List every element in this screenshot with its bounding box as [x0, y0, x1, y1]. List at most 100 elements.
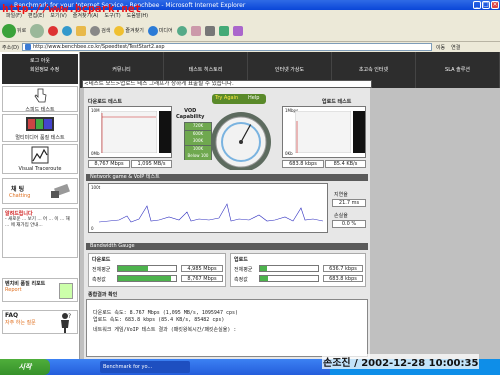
- hand-pointer-icon: [34, 88, 47, 103]
- upload-level-bar: [353, 111, 365, 153]
- network-graph: 100t 0: [88, 183, 328, 233]
- announce-title: 알려드립니다: [5, 211, 33, 217]
- mail-icon[interactable]: [190, 25, 201, 36]
- download-axis-bottom: 0Mb: [91, 151, 100, 156]
- logout-link[interactable]: 로그 아웃: [30, 57, 50, 64]
- address-bar: 주소(D) http://www.benchbee.co.kr/Speedtes…: [0, 42, 500, 52]
- network-test-header: Network game & VoIP 테스트: [86, 174, 368, 181]
- ul-measured-label: 측정값: [234, 277, 248, 283]
- home-icon[interactable]: [76, 25, 87, 36]
- svg-text:?: ?: [68, 313, 71, 320]
- dl-measured-bar: [117, 275, 177, 282]
- latency-value: 21.7 ms: [332, 199, 366, 207]
- sidebar-announcements: 알려드립니다 - 새로운 ... 보기 ... 어 ... 이 ... 해 ..…: [2, 208, 78, 258]
- announce-body[interactable]: - 새로운 ... 보기 ... 어 ... 이 ... 해 ... 에 재가입…: [5, 217, 75, 229]
- upload-bandwidth-title: 업로드: [234, 257, 248, 263]
- loss-label: 손실율: [334, 213, 348, 219]
- dl-avg-value: 4,985 Mbps: [181, 265, 223, 272]
- summary-line-network: 네트워크 게임/VoIP 테스트 결과 (패킷왕복시간/패킷손실율) :: [93, 327, 237, 333]
- help-button[interactable]: Help: [248, 95, 259, 101]
- history-icon[interactable]: [176, 25, 187, 36]
- page-content: 로그 아웃 회원정보 수정 스피드 테스트 멀티미디어 품질 테스트 Visua…: [0, 52, 500, 359]
- media-label: 미디어: [158, 28, 173, 34]
- download-level-bar: [159, 111, 171, 153]
- maximize-button[interactable]: □: [482, 1, 490, 9]
- upload-graph: 1Mbps 0Kb: [282, 106, 366, 158]
- address-label: 주소(D): [2, 44, 19, 51]
- edit-icon[interactable]: [218, 25, 229, 36]
- ul-avg-bar: [259, 265, 319, 272]
- multimedia-icon: [26, 117, 54, 131]
- favorites-label: 즐겨찾기: [125, 28, 144, 34]
- download-graph: 10M 0Mb: [88, 106, 172, 158]
- refresh-icon[interactable]: [62, 25, 73, 36]
- test-mode-notice: <테스트 모드>업로드 테스 그래프가 상하게 표출될 수 있습니다.: [82, 80, 372, 88]
- messenger-icon[interactable]: [232, 25, 243, 36]
- star-icon: [114, 25, 125, 36]
- gauge-button-bar: Try Again Help: [212, 94, 266, 104]
- search-icon: [90, 25, 101, 36]
- report-document-icon: [59, 283, 73, 299]
- upload-bandwidth-box: 업로드 전체평균 636.7 kbps 측정값 683.8 kbps: [230, 253, 366, 287]
- media-icon: [147, 25, 158, 36]
- download-bandwidth-box: 다운로드 전체평균 4,985 Mbps 측정값 8,767 Mbps: [88, 253, 226, 287]
- favorites-button[interactable]: 즐겨찾기: [114, 25, 144, 36]
- download-bandwidth-title: 다운로드: [92, 257, 111, 263]
- search-label: 검색: [101, 28, 111, 34]
- dl-measured-label: 측정값: [92, 277, 106, 283]
- summary-title: 종합결과 확인: [88, 292, 118, 298]
- latency-label: 지연율: [334, 192, 348, 198]
- back-button[interactable]: 뒤로: [2, 23, 26, 38]
- watermark-url: http://www.bcpark.net: [2, 2, 142, 15]
- try-again-button[interactable]: Try Again: [215, 95, 238, 101]
- traceroute-label: Visual Traceroute: [18, 166, 62, 172]
- download-mbps-value: 8,767 Mbps: [88, 160, 130, 168]
- upload-graph-plot: [295, 111, 351, 153]
- chat-phone-icon: [51, 183, 70, 198]
- speed-test-label: 스피드 테스트: [25, 107, 55, 113]
- sidebar-item-faq[interactable]: FAQ 자주 하는 질문 ?: [2, 310, 78, 334]
- page-icon: [24, 44, 31, 50]
- sidebar-item-traceroute[interactable]: Visual Traceroute: [2, 144, 78, 174]
- start-button[interactable]: 시작: [0, 359, 50, 375]
- dl-avg-label: 전체평균: [92, 267, 111, 273]
- sidebar-login-box: 로그 아웃 회원정보 수정: [2, 54, 78, 84]
- network-axis-bottom: 0: [91, 226, 94, 231]
- download-graph-plot: [101, 111, 157, 153]
- sidebar-item-report[interactable]: 벤치비 품질 리포트 Report: [2, 278, 78, 302]
- summary-line-upload: 업로드 속도: 683.8 kbps (85.4 KB/s, 85482 cps…: [93, 317, 225, 323]
- url-field[interactable]: http://www.benchbee.co.kr/Speedtest/Test…: [21, 43, 432, 51]
- download-axis-top: 10M: [91, 108, 100, 113]
- go-button[interactable]: 이동: [436, 44, 445, 51]
- close-button[interactable]: ×: [491, 1, 499, 9]
- forward-arrow-icon[interactable]: [30, 23, 45, 38]
- ul-measured-bar: [259, 275, 319, 282]
- traceroute-chart-icon: [31, 146, 49, 164]
- loss-value: 0.0 %: [332, 220, 366, 228]
- left-sidebar: 로그 아웃 회원정보 수정 스피드 테스트 멀티미디어 품질 테스트 Visua…: [0, 52, 80, 359]
- links-button[interactable]: 연결: [451, 44, 460, 51]
- faq-person-icon: ?: [61, 313, 71, 333]
- speedtest-panel: 다운로드 테스트 10M 0Mb 8,767 Mbps 1,095 MB/s V…: [84, 88, 370, 359]
- upload-kbps-value: 683.8 kbps: [282, 160, 324, 168]
- sidebar-item-chat[interactable]: 채 팅 Chatting: [2, 178, 78, 204]
- media-button[interactable]: 미디어: [147, 25, 173, 36]
- download-kbs-value: 1,095 MB/s: [131, 160, 172, 168]
- upload-axis-bottom: 0Kb: [285, 151, 293, 156]
- taskbar-item-ie[interactable]: Benchmark for yo...: [100, 361, 190, 373]
- dl-avg-bar: [117, 265, 177, 272]
- sidebar-item-multimedia[interactable]: 멀티미디어 품질 테스트: [2, 114, 78, 142]
- upload-test-title: 업로드 테스트: [322, 99, 352, 105]
- dl-measured-value: 8,767 Mbps: [181, 275, 223, 282]
- minimize-button[interactable]: _: [473, 1, 481, 9]
- search-button[interactable]: 검색: [90, 25, 111, 36]
- print-icon[interactable]: [204, 25, 215, 36]
- stop-icon[interactable]: [48, 25, 59, 36]
- toolbar: 뒤로 검색 즐겨찾기 미디어: [0, 20, 500, 42]
- edit-profile-link[interactable]: 회원정보 수정: [30, 66, 59, 73]
- sidebar-item-speed-test[interactable]: 스피드 테스트: [2, 86, 78, 113]
- summary-line-download: 다운로드 속도: 8.767 Mbps (1,095 MB/s, 1095947…: [93, 310, 239, 316]
- summary-box[interactable]: 다운로드 속도: 8.767 Mbps (1,095 MB/s, 1095947…: [86, 299, 368, 357]
- watermark-timestamp: 손조진 / 2002-12-28 10:00:35: [322, 354, 480, 369]
- tab-sla[interactable]: SLA 솔루션: [416, 52, 500, 88]
